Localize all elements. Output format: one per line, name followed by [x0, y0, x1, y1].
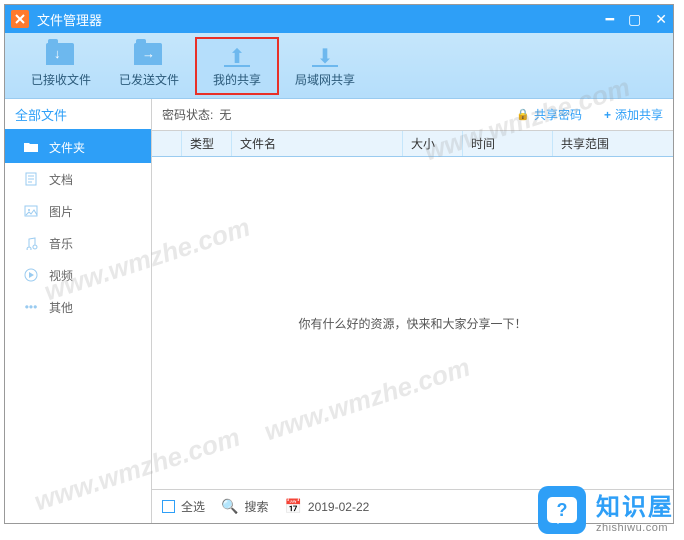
sidebar-item-video[interactable]: 视频 — [5, 259, 151, 291]
share-password-button[interactable]: 🔒 共享密码 — [516, 106, 582, 123]
toolbar: ↓ 已接收文件 → 已发送文件 ⬆ 我的共享 ⬇ 局域网共享 — [5, 33, 673, 99]
download-icon: ⬇ — [310, 43, 340, 67]
tab-label: 已接收文件 — [31, 71, 91, 88]
titlebar: 文件管理器 ━ ▢ ✕ — [5, 5, 673, 33]
th-time[interactable]: 时间 — [463, 131, 553, 156]
sidebar-item-label: 文档 — [49, 171, 73, 188]
main-panel: 密码状态: 无 🔒 共享密码 + 添加共享 类型 文件名 大小 时间 — [152, 99, 673, 523]
plus-icon: + — [604, 108, 611, 122]
date-picker[interactable]: 📅 2019-02-22 — [284, 498, 369, 515]
maximize-button[interactable]: ▢ — [628, 11, 641, 28]
sidebar-item-image[interactable]: 图片 — [5, 195, 151, 227]
window-controls: ━ ▢ ✕ — [606, 11, 667, 28]
password-status-label: 密码状态: — [162, 106, 213, 123]
upload-icon: ⬆ — [222, 43, 252, 67]
lock-icon: 🔒 — [516, 108, 530, 121]
table-header: 类型 文件名 大小 时间 共享范围 — [152, 131, 673, 157]
sidebar-item-other[interactable]: ••• 其他 — [5, 291, 151, 323]
tab-received-files[interactable]: ↓ 已接收文件 — [19, 37, 103, 95]
sidebar-item-label: 音乐 — [49, 235, 73, 252]
tab-label: 已发送文件 — [119, 71, 179, 88]
sidebar-item-label: 文件夹 — [49, 139, 85, 156]
close-button[interactable]: ✕ — [655, 11, 667, 28]
sidebar-item-label: 其他 — [49, 299, 73, 316]
site-badge: ? 知识屋 zhishiwu.com — [538, 486, 674, 534]
image-icon — [23, 204, 39, 218]
checkbox-icon — [162, 500, 175, 513]
tab-lan-share[interactable]: ⬇ 局域网共享 — [283, 37, 367, 95]
table-body: 你有什么好的资源，快来和大家分享一下！ — [152, 157, 673, 489]
content: 全部文件 文件夹 文档 图片 音乐 视频 ••• — [5, 99, 673, 523]
add-share-button[interactable]: + 添加共享 — [604, 106, 663, 123]
sidebar-item-music[interactable]: 音乐 — [5, 227, 151, 259]
sidebar-item-label: 图片 — [49, 203, 73, 220]
minimize-button[interactable]: ━ — [606, 11, 614, 28]
th-type[interactable]: 类型 — [182, 131, 232, 156]
badge-title: 知识屋 — [596, 487, 674, 522]
select-all-label: 全选 — [181, 498, 205, 515]
password-status-value: 无 — [219, 106, 231, 123]
search-icon: 🔍 — [221, 498, 238, 515]
sidebar: 全部文件 文件夹 文档 图片 音乐 视频 ••• — [5, 99, 152, 523]
th-scope[interactable]: 共享范围 — [553, 131, 673, 156]
sidebar-item-label: 视频 — [49, 267, 73, 284]
video-icon — [23, 268, 39, 282]
sidebar-item-document[interactable]: 文档 — [5, 163, 151, 195]
app-window: 文件管理器 ━ ▢ ✕ ↓ 已接收文件 → 已发送文件 ⬆ 我的共享 ⬇ 局域网… — [4, 4, 674, 524]
th-size[interactable]: 大小 — [403, 131, 463, 156]
search-button[interactable]: 🔍 搜索 — [221, 498, 268, 515]
sidebar-header-all-files[interactable]: 全部文件 — [5, 99, 151, 131]
folder-down-icon: ↓ — [46, 43, 76, 67]
document-icon — [23, 172, 39, 186]
folder-right-icon: → — [134, 43, 164, 67]
sidebar-item-folder[interactable]: 文件夹 — [5, 131, 151, 163]
tab-my-share[interactable]: ⬆ 我的共享 — [195, 37, 279, 95]
th-check[interactable] — [152, 131, 182, 156]
status-row: 密码状态: 无 🔒 共享密码 + 添加共享 — [152, 99, 673, 131]
music-icon — [23, 236, 39, 250]
badge-icon: ? — [538, 486, 586, 534]
folder-icon — [23, 140, 39, 154]
tab-label: 我的共享 — [213, 71, 261, 88]
add-share-label: 添加共享 — [615, 106, 663, 123]
window-title: 文件管理器 — [37, 10, 606, 29]
tab-label: 局域网共享 — [295, 71, 355, 88]
calendar-icon: 📅 — [284, 498, 301, 515]
share-password-label: 共享密码 — [534, 106, 582, 123]
badge-subtitle: zhishiwu.com — [596, 522, 674, 534]
more-icon: ••• — [23, 300, 39, 314]
app-icon — [11, 10, 29, 28]
th-name[interactable]: 文件名 — [232, 131, 403, 156]
empty-message: 你有什么好的资源，快来和大家分享一下！ — [298, 315, 526, 332]
date-value: 2019-02-22 — [308, 500, 369, 514]
search-label: 搜索 — [244, 498, 268, 515]
tab-sent-files[interactable]: → 已发送文件 — [107, 37, 191, 95]
select-all[interactable]: 全选 — [162, 498, 205, 515]
